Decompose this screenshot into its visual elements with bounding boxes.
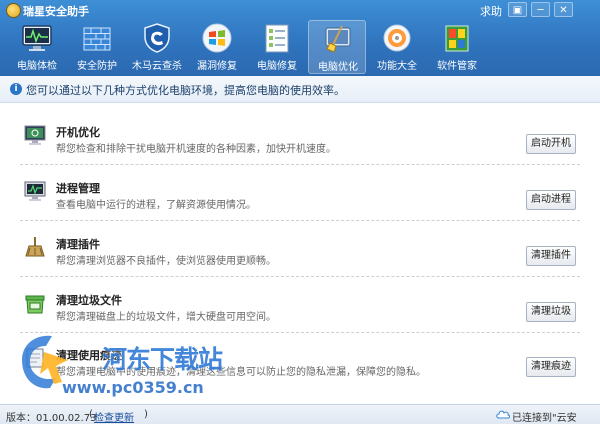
paren-close: ) (144, 409, 148, 420)
optimize-item-traces: 清理使用痕迹 帮您清理电脑中的使用痕迹，清理这些信息可以防止您的隐私泄漏，保障您… (20, 347, 580, 403)
start-process-button[interactable]: 启动进程 (526, 190, 576, 210)
help-link[interactable]: 求助 (480, 3, 502, 19)
optimize-item-process: 进程管理 查看电脑中运行的进程，了解资源使用情况。 启动进程 (20, 180, 580, 236)
eraser-icon (26, 348, 44, 368)
item-title: 开机优化 (56, 126, 100, 139)
clean-junk-button[interactable]: 清理垃圾 (526, 302, 576, 322)
plugin-broom-icon (25, 237, 45, 257)
tab-label: 电脑体检 (17, 61, 57, 72)
shield-icon (144, 23, 170, 53)
info-text: 您可以通过以下几种方式优化电脑环境，提高您电脑的使用效率。 (26, 84, 345, 97)
windows-flag-icon (202, 23, 232, 53)
row-divider (20, 220, 580, 221)
connection-status: 已连接到"云安全"中心 (512, 413, 577, 424)
firewall-icon (83, 27, 111, 51)
disc-icon (383, 24, 411, 52)
info-icon: i (10, 83, 22, 95)
tab-label: 电脑优化 (318, 62, 358, 73)
item-description: 查看电脑中运行的进程，了解资源使用情况。 (56, 200, 256, 211)
status-bar: 版本：01.00.02.73 ( 检查更新 ) 已连接到"云安全"中心 (0, 404, 600, 424)
cloud-icon (496, 410, 510, 419)
item-title: 进程管理 (56, 182, 100, 195)
tab-vulnerability-repair[interactable]: 漏洞修复 (188, 20, 246, 74)
item-title: 清理使用痕迹 (56, 349, 122, 362)
minimize-button[interactable]: ─ (531, 2, 550, 17)
tab-all-features[interactable]: 功能大全 (368, 20, 426, 74)
checklist-icon (265, 24, 289, 53)
optimize-item-junk: 清理垃圾文件 帮您清理磁盘上的垃圾文件，增大硬盘可用空间。 清理垃圾 (20, 292, 580, 348)
item-description: 帮您清理磁盘上的垃圾文件，增大硬盘可用空间。 (56, 312, 276, 323)
clean-traces-button[interactable]: 清理痕迹 (526, 357, 576, 377)
title-bar: 瑞星安全助手 求助 ▣ ─ ✕ 电脑体检 安全防护 木马云查杀 漏洞修复 电脑修… (0, 0, 600, 76)
item-title: 清理插件 (56, 238, 100, 251)
clean-plugin-button[interactable]: 清理插件 (526, 246, 576, 266)
tab-label: 安全防护 (77, 61, 117, 72)
check-update-link[interactable]: 检查更新 (94, 409, 134, 424)
tab-label: 漏洞修复 (197, 61, 237, 72)
tab-label: 木马云查杀 (132, 61, 182, 72)
row-divider (20, 164, 580, 165)
tab-label: 电脑修复 (257, 61, 297, 72)
broom-icon (325, 25, 351, 53)
item-description: 帮您检查和排除干扰电脑开机速度的各种因素，加快开机速度。 (56, 144, 336, 155)
tab-security-protection[interactable]: 安全防护 (68, 20, 126, 74)
app-window: 瑞星安全助手 求助 ▣ ─ ✕ 电脑体检 安全防护 木马云查杀 漏洞修复 电脑修… (0, 0, 600, 424)
row-divider (20, 332, 580, 333)
item-description: 帮您清理浏览器不良插件，使浏览器使用更顺畅。 (56, 256, 276, 267)
tab-computer-checkup[interactable]: 电脑体检 (8, 20, 66, 74)
software-blocks-icon (445, 25, 469, 52)
optimize-item-boot: 开机优化 帮您检查和排除干扰电脑开机速度的各种因素，加快开机速度。 启动开机 (20, 124, 580, 180)
tab-software-manager[interactable]: 软件管家 (428, 20, 486, 74)
tab-computer-optimize[interactable]: 电脑优化 (308, 20, 366, 74)
tab-computer-repair[interactable]: 电脑修复 (248, 20, 306, 74)
info-bar: i 您可以通过以下几种方式优化电脑环境，提高您电脑的使用效率。 (0, 76, 600, 103)
paren-open: ( (89, 409, 93, 420)
monitor-checkup-icon (22, 25, 52, 51)
start-boot-button[interactable]: 启动开机 (526, 134, 576, 154)
trash-bin-icon (25, 295, 45, 314)
process-monitor-icon (24, 181, 46, 201)
version-label: 版本：01.00.02.73 (6, 413, 97, 424)
app-logo-icon (6, 3, 21, 18)
close-button[interactable]: ✕ (554, 2, 573, 17)
item-description: 帮您清理电脑中的使用痕迹，清理这些信息可以防止您的隐私泄漏，保障您的隐私。 (56, 367, 426, 378)
optimize-item-plugin: 清理插件 帮您清理浏览器不良插件，使浏览器使用更顺畅。 清理插件 (20, 236, 580, 292)
boot-monitor-icon (24, 125, 46, 145)
app-title: 瑞星安全助手 (23, 5, 89, 18)
row-divider (20, 276, 580, 277)
item-title: 清理垃圾文件 (56, 294, 122, 307)
tab-trojan-cloud-scan[interactable]: 木马云查杀 (128, 20, 186, 74)
tab-label: 软件管家 (437, 61, 477, 72)
tab-label: 功能大全 (377, 61, 417, 72)
menu-button[interactable]: ▣ (508, 2, 527, 17)
